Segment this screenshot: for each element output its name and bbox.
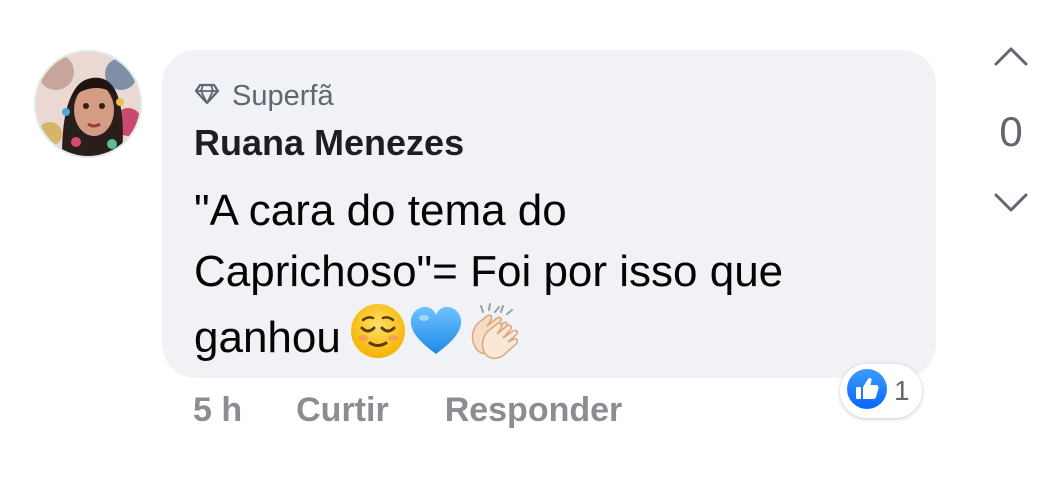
chevron-down-icon[interactable] bbox=[993, 190, 1029, 214]
comment-line-last: ganhou bbox=[194, 302, 914, 368]
comment-actions: 5 h Curtir Responder bbox=[193, 388, 622, 432]
like-button[interactable]: Curtir bbox=[296, 391, 389, 430]
vote-score: 0 bbox=[999, 108, 1023, 155]
reaction-count: 1 bbox=[894, 375, 910, 406]
badge-label: Superfã bbox=[232, 79, 334, 112]
emoji-group bbox=[349, 302, 523, 360]
chevron-up-icon[interactable] bbox=[993, 44, 1029, 68]
avatar[interactable] bbox=[34, 50, 142, 158]
comment-item: Superfã Ruana Menezes "A cara do tema do… bbox=[0, 0, 1047, 479]
blue-heart-emoji bbox=[410, 306, 461, 354]
relieved-face-emoji bbox=[350, 304, 405, 358]
comment-bubble: Superfã Ruana Menezes "A cara do tema do… bbox=[162, 50, 936, 378]
comment-line-text: ganhou bbox=[194, 313, 341, 362]
timestamp[interactable]: 5 h bbox=[193, 391, 242, 430]
fan-badge: Superfã bbox=[194, 78, 334, 114]
reply-button[interactable]: Responder bbox=[445, 391, 623, 430]
comment-line: "A cara do tema do bbox=[194, 186, 567, 235]
comment-line: Caprichoso"= Foi por isso que bbox=[194, 247, 784, 296]
thumbs-up-icon bbox=[846, 368, 888, 415]
comment-text: "A cara do tema do Caprichoso"= Foi por … bbox=[194, 180, 914, 368]
clapping-hands-emoji bbox=[471, 303, 519, 360]
reaction-summary[interactable]: 1 bbox=[840, 364, 922, 418]
vote-control: 0 bbox=[985, 34, 1035, 234]
diamond-icon bbox=[194, 83, 220, 110]
author-name[interactable]: Ruana Menezes bbox=[194, 122, 464, 164]
